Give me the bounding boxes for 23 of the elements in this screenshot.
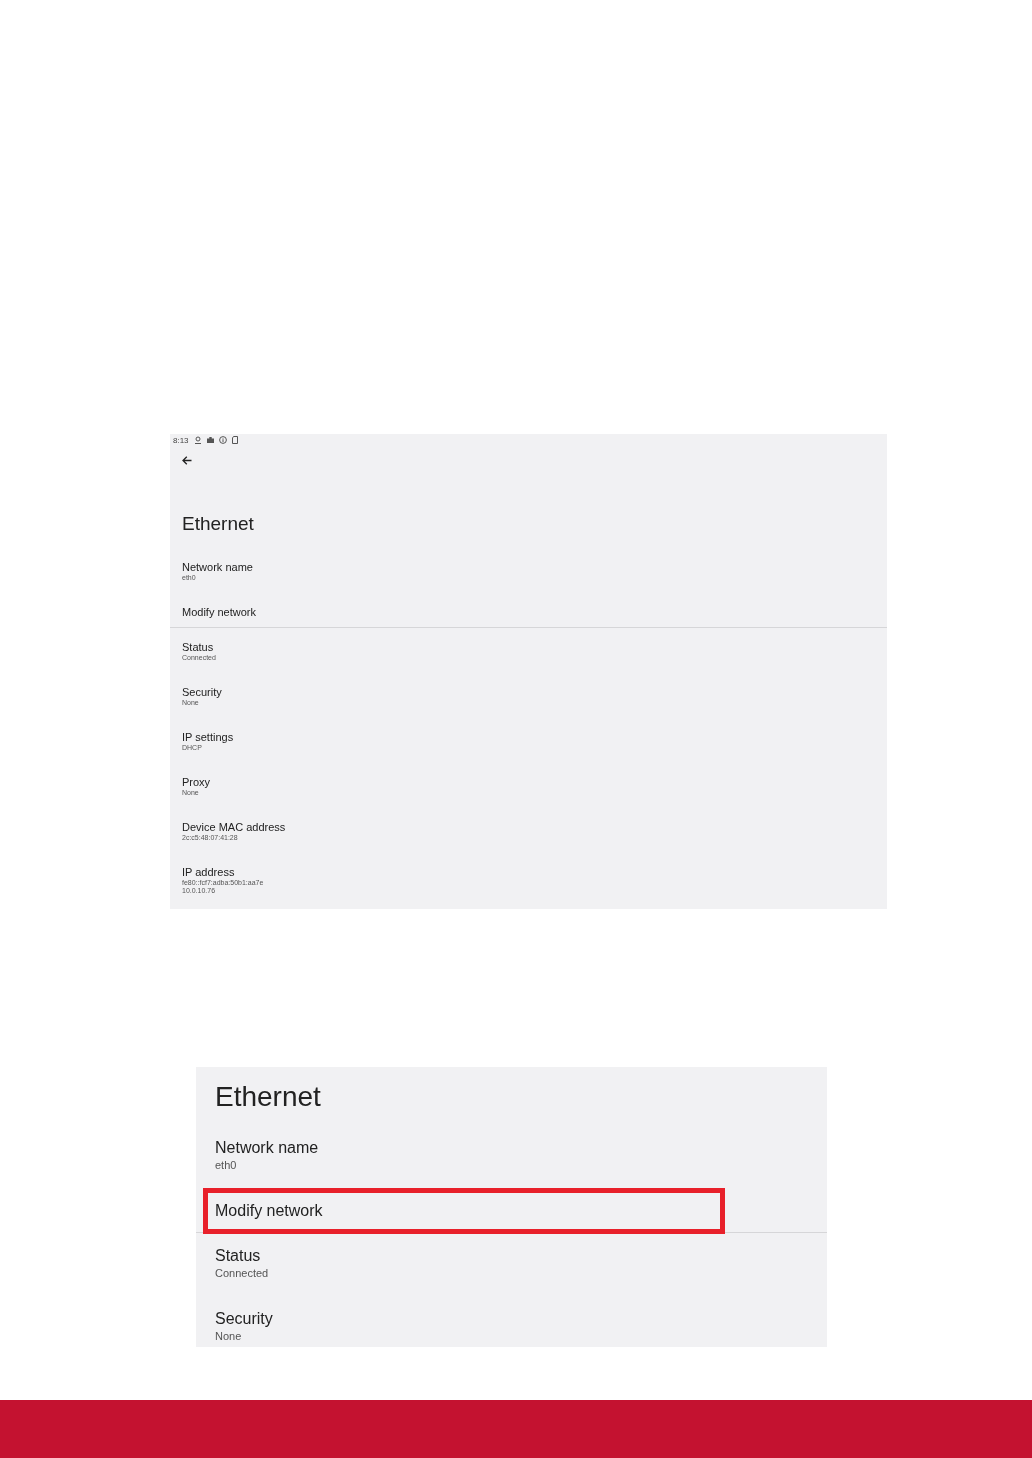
page-title: Ethernet (214, 1080, 322, 1114)
status-time: 8:13 (173, 435, 189, 445)
setting-label: Security (215, 1309, 274, 1329)
setting-label: IP settings (182, 730, 235, 744)
back-arrow-icon[interactable] (182, 456, 192, 465)
setting-label: Security (182, 685, 223, 699)
setting-label: Network name (182, 560, 254, 574)
location-icon (193, 436, 202, 444)
briefcase-icon (206, 437, 214, 443)
setting-value: None (215, 1329, 243, 1344)
page-title: Ethernet (181, 512, 255, 536)
modify-network-link[interactable]: Modify network (215, 1201, 808, 1221)
sd-card-icon (231, 436, 238, 444)
setting-label: IP address (182, 865, 236, 879)
setting-label: Proxy (182, 775, 212, 789)
setting-label: Network name (215, 1138, 320, 1158)
setting-label: Status (182, 640, 215, 654)
setting-value: Connected (215, 1266, 270, 1281)
info-icon (218, 436, 227, 444)
setting-value: eth0 (215, 1158, 238, 1173)
setting-label: Status (215, 1246, 262, 1266)
modify-network-link[interactable]: Modify network (182, 605, 875, 619)
setting-label: Device MAC address (182, 820, 287, 834)
